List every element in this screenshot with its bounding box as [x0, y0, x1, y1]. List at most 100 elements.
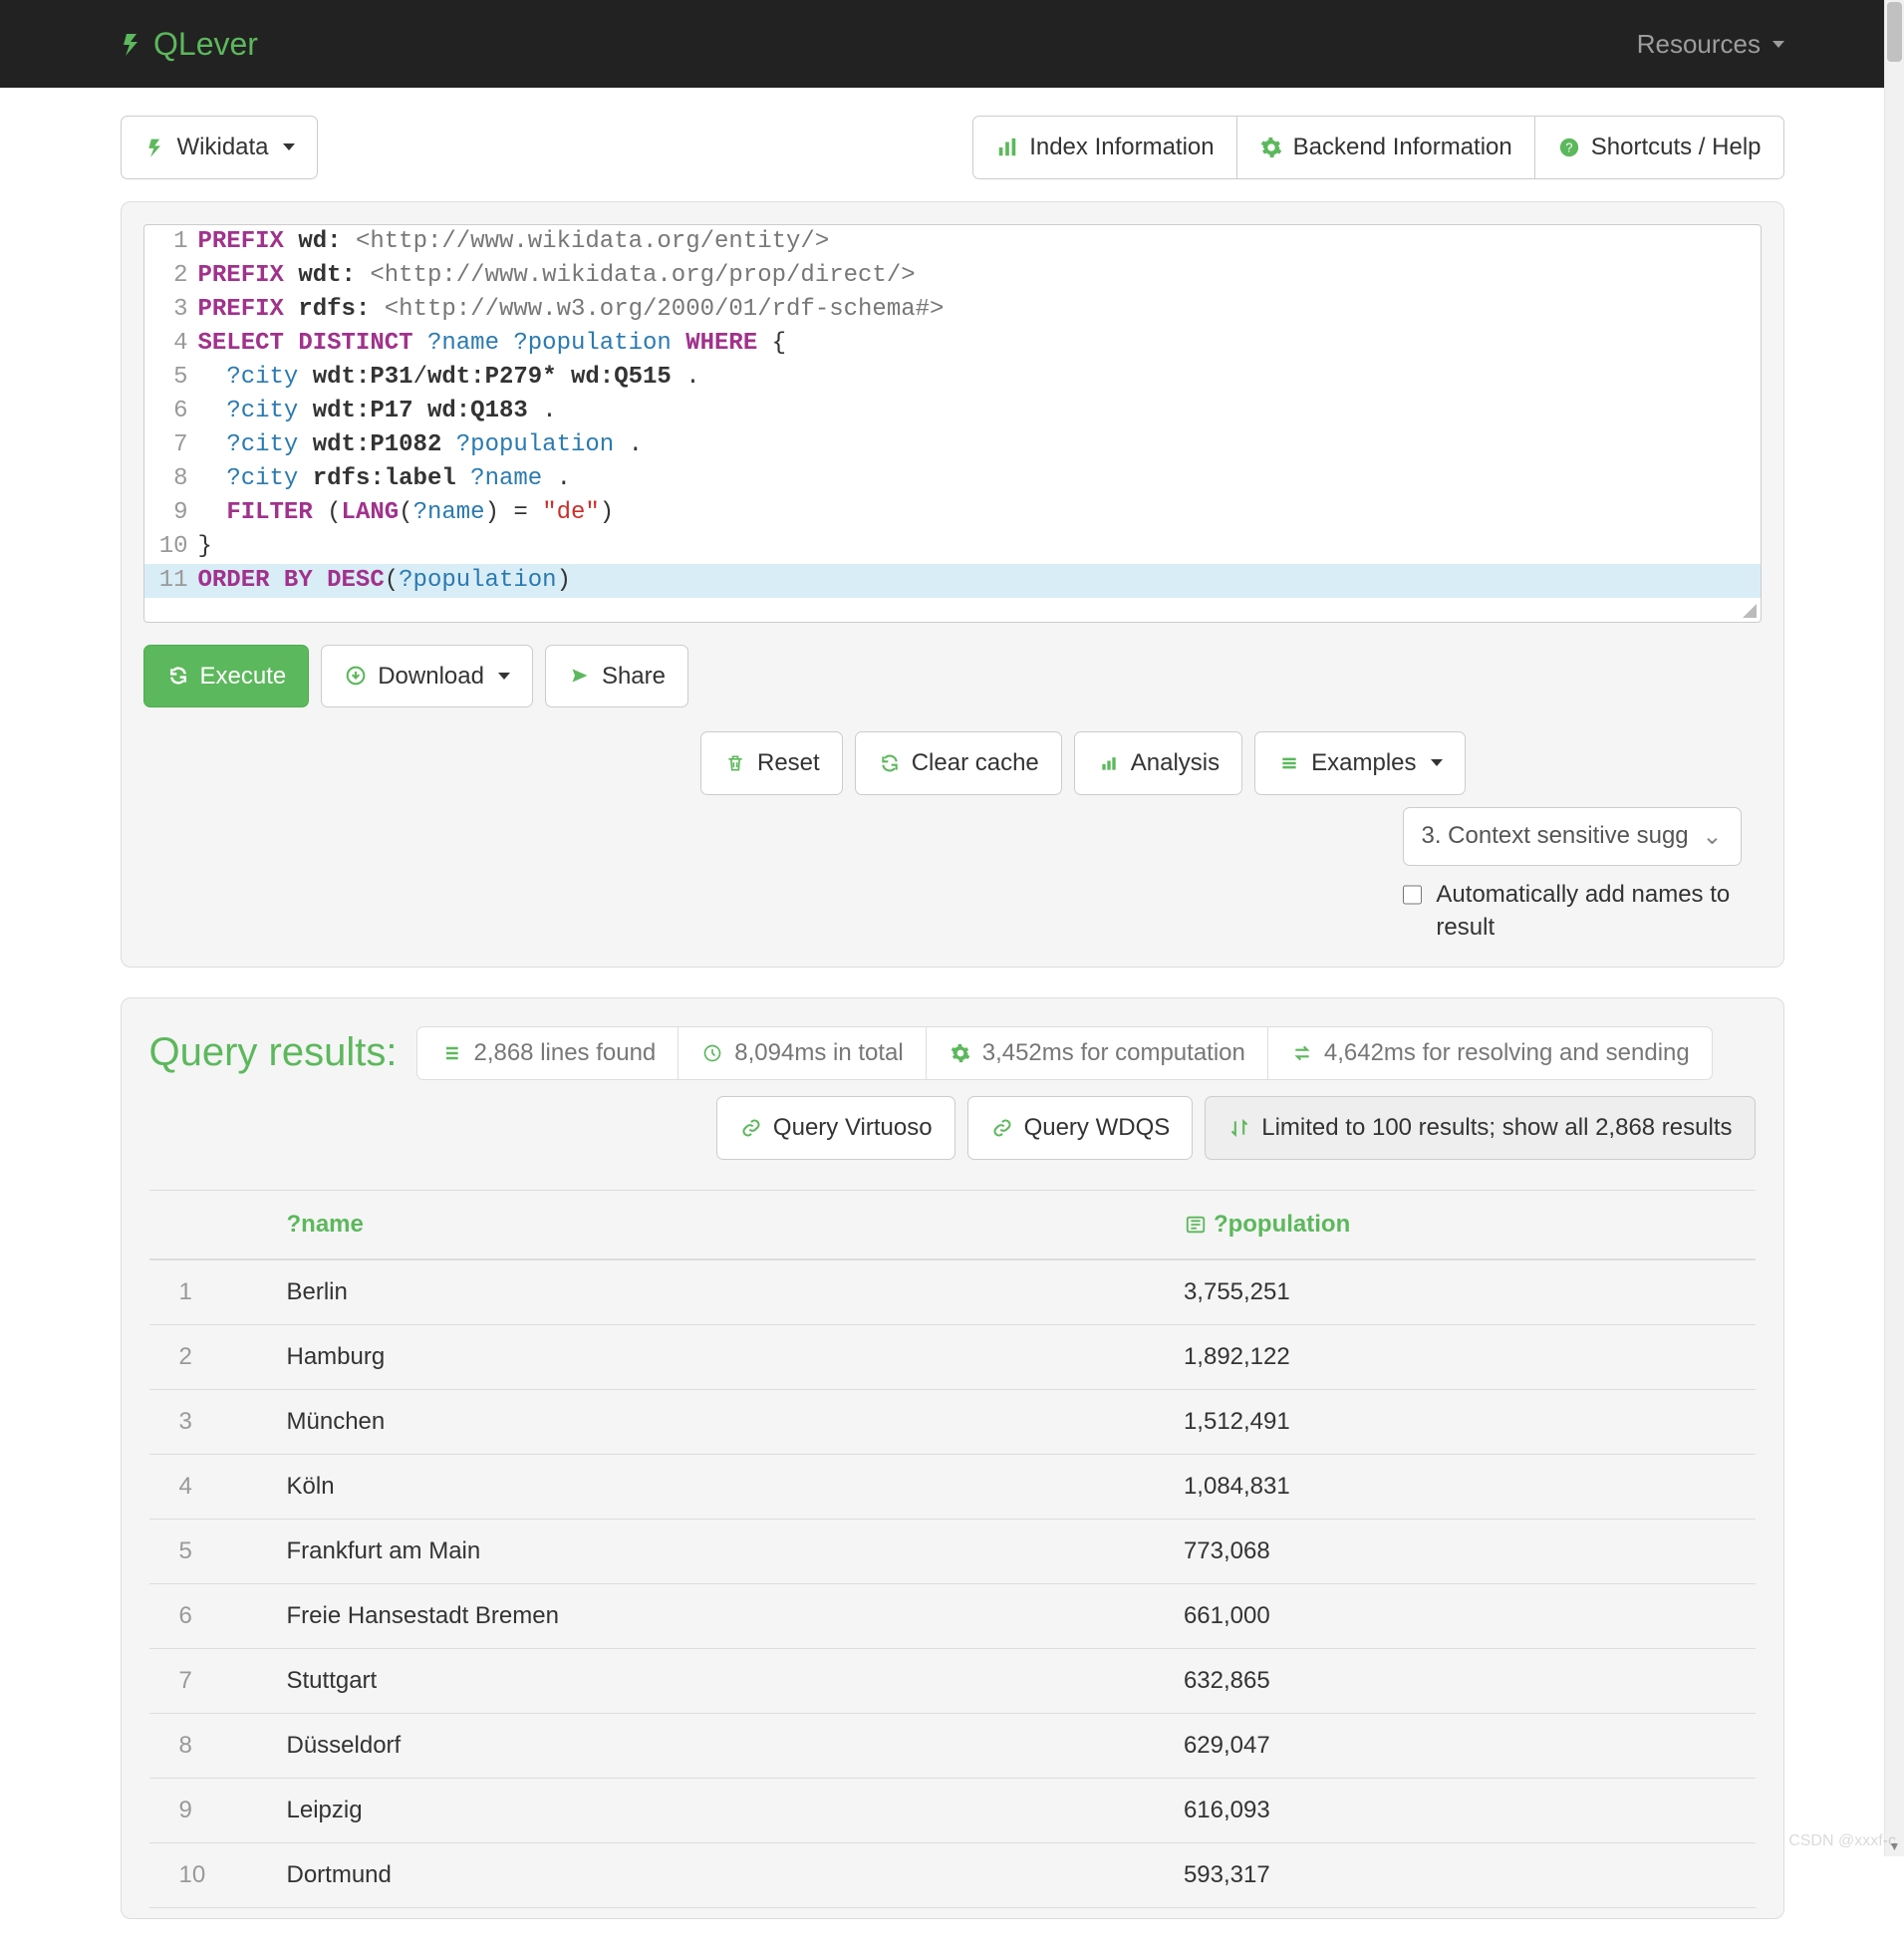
- table-row[interactable]: 2Hamburg1,892,122: [149, 1324, 1756, 1389]
- link-icon: [990, 1116, 1014, 1140]
- code-line[interactable]: 4SELECT DISTINCT ?name ?population WHERE…: [144, 327, 1761, 361]
- shortcuts-button[interactable]: ? Shortcuts / Help: [1534, 116, 1784, 179]
- gear-icon: [949, 1041, 972, 1065]
- sort-icon: [1227, 1116, 1251, 1140]
- code-line[interactable]: 11ORDER BY DESC(?population): [144, 564, 1761, 598]
- backend-info-label: Backend Information: [1293, 131, 1512, 164]
- code-content[interactable]: FILTER (LANG(?name) = "de"): [198, 496, 1761, 530]
- index-info-button[interactable]: Index Information: [972, 116, 1236, 179]
- cell-population: 632,865: [1166, 1648, 1756, 1713]
- dataset-selector[interactable]: Wikidata: [121, 116, 318, 179]
- cell-name: München: [269, 1389, 1166, 1454]
- cell-index: 2: [149, 1324, 269, 1389]
- resize-handle-icon[interactable]: [1743, 604, 1757, 618]
- code-content[interactable]: PREFIX wd: <http://www.wikidata.org/enti…: [198, 225, 1761, 259]
- examples-label: Examples: [1311, 746, 1416, 780]
- code-content[interactable]: ?city wdt:P31/wdt:P279* wd:Q515 .: [198, 361, 1761, 395]
- clear-cache-button[interactable]: Clear cache: [855, 731, 1062, 795]
- download-icon: [344, 664, 368, 688]
- refresh-icon: [166, 664, 190, 688]
- download-button[interactable]: Download: [321, 645, 533, 708]
- line-number: 6: [144, 395, 198, 428]
- caret-down-icon: [498, 673, 510, 680]
- scrollbar-thumb[interactable]: [1887, 2, 1902, 62]
- vertical-scrollbar[interactable]: ▲ ▼: [1884, 0, 1904, 1856]
- chart-icon: [1097, 751, 1121, 775]
- examples-button[interactable]: Examples: [1254, 731, 1465, 795]
- line-number: 5: [144, 361, 198, 395]
- code-line[interactable]: 10}: [144, 530, 1761, 564]
- code-content[interactable]: PREFIX wdt: <http://www.wikidata.org/pro…: [198, 259, 1761, 293]
- stat-total-time: 8,094ms in total: [678, 1026, 926, 1080]
- code-line[interactable]: 3PREFIX rdfs: <http://www.w3.org/2000/01…: [144, 293, 1761, 327]
- analysis-button[interactable]: Analysis: [1074, 731, 1242, 795]
- code-line[interactable]: 1PREFIX wd: <http://www.wikidata.org/ent…: [144, 225, 1761, 259]
- auto-names-checkbox[interactable]: Automatically add names to result: [1403, 878, 1762, 945]
- cell-index: 1: [149, 1259, 269, 1325]
- code-line[interactable]: 9 FILTER (LANG(?name) = "de"): [144, 496, 1761, 530]
- link-icon: [739, 1116, 763, 1140]
- cell-name: Berlin: [269, 1259, 1166, 1325]
- code-content[interactable]: ?city rdfs:label ?name .: [198, 462, 1761, 496]
- stat-lines-found: 2,868 lines found: [416, 1026, 679, 1080]
- table-row[interactable]: 7Stuttgart632,865: [149, 1648, 1756, 1713]
- code-line[interactable]: 6 ?city wdt:P17 wd:Q183 .: [144, 395, 1761, 428]
- code-content[interactable]: SELECT DISTINCT ?name ?population WHERE …: [198, 327, 1761, 361]
- sparql-editor[interactable]: 1PREFIX wd: <http://www.wikidata.org/ent…: [143, 224, 1762, 623]
- code-content[interactable]: ?city wdt:P1082 ?population .: [198, 428, 1761, 462]
- stat-resolve-label: 4,642ms for resolving and sending: [1324, 1039, 1690, 1067]
- code-line[interactable]: 7 ?city wdt:P1082 ?population .: [144, 428, 1761, 462]
- navbar: QLever Resources: [0, 0, 1904, 88]
- line-number: 9: [144, 496, 198, 530]
- code-line[interactable]: 2PREFIX wdt: <http://www.wikidata.org/pr…: [144, 259, 1761, 293]
- auto-names-input[interactable]: [1403, 884, 1423, 906]
- download-label: Download: [378, 660, 484, 694]
- line-number: 2: [144, 259, 198, 293]
- cell-index: 9: [149, 1778, 269, 1842]
- table-row[interactable]: 10Dortmund593,317: [149, 1842, 1756, 1907]
- nav-resources[interactable]: Resources: [1637, 29, 1784, 60]
- backend-info-button[interactable]: Backend Information: [1236, 116, 1535, 179]
- show-all-button[interactable]: Limited to 100 results; show all 2,868 r…: [1205, 1096, 1755, 1160]
- brand-label: QLever: [153, 26, 258, 63]
- cell-population: 3,755,251: [1166, 1259, 1756, 1325]
- results-title: Query results:: [149, 1030, 398, 1075]
- gear-icon: [1259, 136, 1283, 159]
- cell-name: Freie Hansestadt Bremen: [269, 1583, 1166, 1648]
- execute-button[interactable]: Execute: [143, 645, 310, 708]
- line-number: 3: [144, 293, 198, 327]
- code-content[interactable]: ORDER BY DESC(?population): [198, 564, 1761, 598]
- table-row[interactable]: 4Köln1,084,831: [149, 1454, 1756, 1519]
- query-wdqs-button[interactable]: Query WDQS: [967, 1096, 1194, 1160]
- help-icon: ?: [1557, 136, 1581, 159]
- stat-compute-label: 3,452ms for computation: [982, 1039, 1245, 1067]
- nav-resources-label: Resources: [1637, 29, 1761, 60]
- cell-name: Köln: [269, 1454, 1166, 1519]
- chevron-down-icon: ⌄: [1702, 822, 1722, 851]
- reset-button[interactable]: Reset: [700, 731, 843, 795]
- cell-index: 8: [149, 1713, 269, 1778]
- suggestion-mode-select[interactable]: 3. Context sensitive sugg ⌄: [1403, 807, 1742, 866]
- table-row[interactable]: 5Frankfurt am Main773,068: [149, 1519, 1756, 1583]
- col-population[interactable]: ?population: [1166, 1190, 1756, 1259]
- cell-population: 1,084,831: [1166, 1454, 1756, 1519]
- brand[interactable]: QLever: [120, 26, 258, 63]
- code-content[interactable]: PREFIX rdfs: <http://www.w3.org/2000/01/…: [198, 293, 1761, 327]
- table-row[interactable]: 1Berlin3,755,251: [149, 1259, 1756, 1325]
- table-row[interactable]: 9Leipzig616,093: [149, 1778, 1756, 1842]
- cell-population: 616,093: [1166, 1778, 1756, 1842]
- table-row[interactable]: 8Düsseldorf629,047: [149, 1713, 1756, 1778]
- cell-population: 773,068: [1166, 1519, 1756, 1583]
- cell-population: 629,047: [1166, 1713, 1756, 1778]
- code-line[interactable]: 5 ?city wdt:P31/wdt:P279* wd:Q515 .: [144, 361, 1761, 395]
- col-name[interactable]: ?name: [269, 1190, 1166, 1259]
- code-content[interactable]: }: [198, 530, 1761, 564]
- share-button[interactable]: Share: [545, 645, 688, 708]
- table-row[interactable]: 3München1,512,491: [149, 1389, 1756, 1454]
- query-virtuoso-button[interactable]: Query Virtuoso: [716, 1096, 955, 1160]
- table-row[interactable]: 6Freie Hansestadt Bremen661,000: [149, 1583, 1756, 1648]
- top-toolbar: Wikidata Index Information Backend Infor…: [121, 116, 1784, 179]
- code-line[interactable]: 8 ?city rdfs:label ?name .: [144, 462, 1761, 496]
- clock-icon: [700, 1041, 724, 1065]
- code-content[interactable]: ?city wdt:P17 wd:Q183 .: [198, 395, 1761, 428]
